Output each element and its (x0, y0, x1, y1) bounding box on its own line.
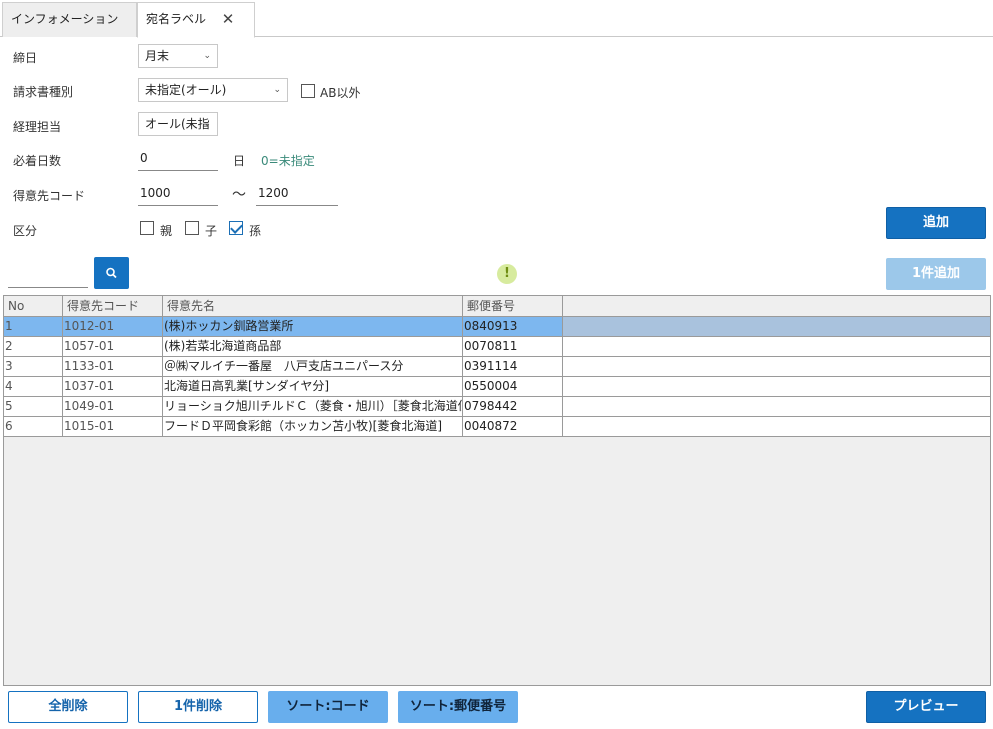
cell-zip: 0070811 (463, 337, 563, 356)
cell-empty (563, 317, 990, 336)
cell-zip: 0040872 (463, 417, 563, 436)
cell-no: 2 (4, 337, 63, 356)
shimebi-select[interactable]: 月末 ⌄ (138, 44, 218, 68)
cell-code: 1037-01 (63, 377, 163, 396)
table-row[interactable]: 5 1049-01 リョーショク旭川チルドＣ（菱食・旭川）［菱食北海道低温] 0… (4, 397, 990, 417)
cell-code: 1057-01 (63, 337, 163, 356)
cell-empty (563, 417, 990, 436)
close-icon[interactable]: ✕ (220, 3, 236, 36)
cell-code: 1015-01 (63, 417, 163, 436)
cell-code: 1133-01 (63, 357, 163, 376)
sort-code-button[interactable]: ソート:コード (268, 691, 388, 723)
keiri-value: オール(未指 (145, 117, 210, 131)
cell-zip: 0840913 (463, 317, 563, 336)
cell-empty (563, 357, 990, 376)
cell-no: 1 (4, 317, 63, 336)
hicchaku-hint: 0=未指定 (261, 154, 315, 168)
shimebi-value: 月末 (145, 49, 170, 63)
ab-label: AB以外 (320, 86, 361, 100)
delete-all-button[interactable]: 全削除 (8, 691, 128, 723)
tab-information[interactable]: インフォメーション (2, 2, 137, 37)
hicchaku-value: 0 (140, 151, 148, 165)
hicchaku-input[interactable]: 0 (138, 147, 218, 171)
table-row[interactable]: 3 1133-01 ＠㈱マルイチ一番屋 八戸支店ユニパース分 0391114 (4, 357, 990, 377)
cell-no: 5 (4, 397, 63, 416)
seikyusho-select[interactable]: 未指定(オール) ⌄ (138, 78, 288, 102)
cell-empty (563, 377, 990, 396)
kubun-label: 区分 (13, 224, 38, 238)
column-header-zip[interactable]: 郵便番号 (463, 296, 563, 317)
kubun-mago-label: 孫 (249, 224, 262, 238)
cell-code: 1012-01 (63, 317, 163, 336)
cell-empty (563, 337, 990, 356)
cell-name: ＠㈱マルイチ一番屋 八戸支店ユニパース分 (163, 357, 463, 376)
cell-name: フードＤ平岡食彩館（ホッカン苫小牧)[菱食北海道] (163, 417, 463, 436)
column-header-no[interactable]: No (4, 296, 63, 317)
cell-name: (株)若菜北海道商品部 (163, 337, 463, 356)
cell-name: リョーショク旭川チルドＣ（菱食・旭川）［菱食北海道低温] (163, 397, 463, 416)
cell-zip: 0391114 (463, 357, 563, 376)
tokuisaki-to-input[interactable]: 1200 (256, 182, 338, 206)
cell-name: (株)ホッカン釧路営業所 (163, 317, 463, 336)
cell-no: 4 (4, 377, 63, 396)
cell-empty (563, 397, 990, 416)
seikyusho-label: 請求書種別 (13, 85, 74, 99)
search-input[interactable] (8, 260, 88, 288)
table-row[interactable]: 6 1015-01 フードＤ平岡食彩館（ホッカン苫小牧)[菱食北海道] 0040… (4, 417, 990, 437)
search-icon (106, 267, 117, 279)
kubun-mago-checkbox[interactable] (229, 221, 243, 235)
keiri-label: 経理担当 (13, 120, 62, 134)
cell-zip: 0550004 (463, 377, 563, 396)
add-button[interactable]: 追加 (886, 207, 986, 239)
chevron-down-icon: ⌄ (203, 51, 211, 61)
chevron-down-icon: ⌄ (203, 119, 211, 129)
data-grid[interactable]: No 得意先コード 得意先名 郵便番号 1 1012-01 (株)ホッカン釧路営… (3, 295, 991, 686)
tab-address-label-text: 宛名ラベル (146, 12, 207, 26)
tokuisaki-from-value: 1000 (140, 186, 171, 200)
tab-information-label: インフォメーション (11, 12, 119, 26)
hicchaku-unit: 日 (233, 154, 246, 168)
column-header-name[interactable]: 得意先名 (163, 296, 463, 317)
kubun-ko-checkbox[interactable] (185, 221, 199, 235)
cell-name: 北海道日高乳業[サンダイヤ分] (163, 377, 463, 396)
cell-zip: 0798442 (463, 397, 563, 416)
sort-zip-button[interactable]: ソート:郵便番号 (398, 691, 518, 723)
table-row[interactable]: 2 1057-01 (株)若菜北海道商品部 0070811 (4, 337, 990, 357)
cell-no: 3 (4, 357, 63, 376)
search-button[interactable] (94, 257, 129, 289)
cell-no: 6 (4, 417, 63, 436)
tilde-separator: 〜 (232, 187, 246, 203)
cell-code: 1049-01 (63, 397, 163, 416)
shimebi-label: 締日 (13, 51, 38, 65)
preview-button[interactable]: プレビュー (866, 691, 986, 723)
grid-header: No 得意先コード 得意先名 郵便番号 (4, 296, 990, 317)
kubun-ko-label: 子 (205, 224, 218, 238)
warning-icon: ! (497, 264, 517, 284)
tokuisaki-label: 得意先コード (13, 189, 86, 203)
delete-one-button[interactable]: 1件削除 (138, 691, 258, 723)
kubun-oya-label: 親 (160, 224, 173, 238)
hicchaku-label: 必着日数 (13, 154, 62, 168)
tab-bar: インフォメーション 宛名ラベル ✕ (0, 0, 993, 38)
tokuisaki-from-input[interactable]: 1000 (138, 182, 218, 206)
chevron-down-icon: ⌄ (273, 85, 281, 95)
tokuisaki-to-value: 1200 (258, 186, 289, 200)
keiri-select[interactable]: オール(未指 ⌄ (138, 112, 218, 136)
table-row[interactable]: 1 1012-01 (株)ホッカン釧路営業所 0840913 (4, 317, 990, 337)
ab-checkbox[interactable] (301, 84, 315, 98)
add-one-button[interactable]: 1件追加 (886, 258, 986, 290)
seikyusho-value: 未指定(オール) (145, 83, 227, 97)
kubun-oya-checkbox[interactable] (140, 221, 154, 235)
table-row[interactable]: 4 1037-01 北海道日高乳業[サンダイヤ分] 0550004 (4, 377, 990, 397)
tab-address-label[interactable]: 宛名ラベル ✕ (137, 2, 255, 38)
column-header-code[interactable]: 得意先コード (63, 296, 163, 317)
